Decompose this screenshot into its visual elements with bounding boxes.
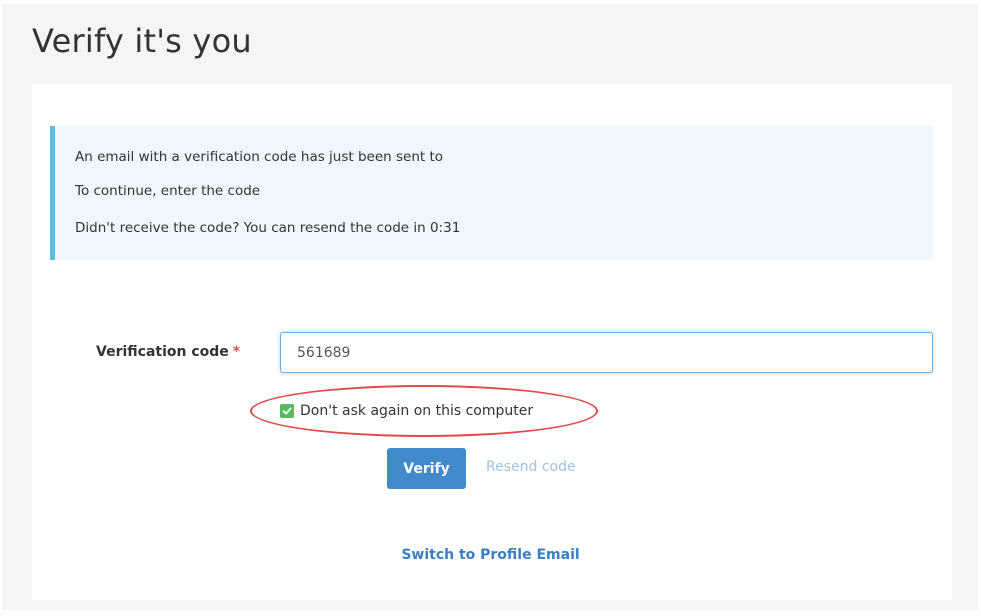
checked-checkbox-icon[interactable] <box>280 404 294 418</box>
info-instruction-text: To continue, enter the code <box>75 183 261 199</box>
info-sent-text: An email with a verification code has ju… <box>75 149 444 165</box>
verification-code-label-text: Verification code <box>96 344 229 360</box>
switch-to-profile-email-link[interactable]: Switch to Profile Email <box>0 547 981 563</box>
page-title: Verify it's you <box>32 22 252 60</box>
verification-code-input[interactable] <box>280 332 933 373</box>
remember-computer-label[interactable]: Don't ask again on this computer <box>300 403 533 419</box>
verification-code-label: Verification code * <box>96 344 240 360</box>
resend-code-link[interactable]: Resend code <box>486 459 576 475</box>
verify-button[interactable]: Verify <box>387 448 466 489</box>
remember-computer-option[interactable]: Don't ask again on this computer <box>280 403 533 419</box>
required-marker: * <box>232 344 241 360</box>
info-resend-timer-text: Didn't receive the code? You can resend … <box>75 220 461 236</box>
info-alert: An email with a verification code has ju… <box>50 126 933 260</box>
